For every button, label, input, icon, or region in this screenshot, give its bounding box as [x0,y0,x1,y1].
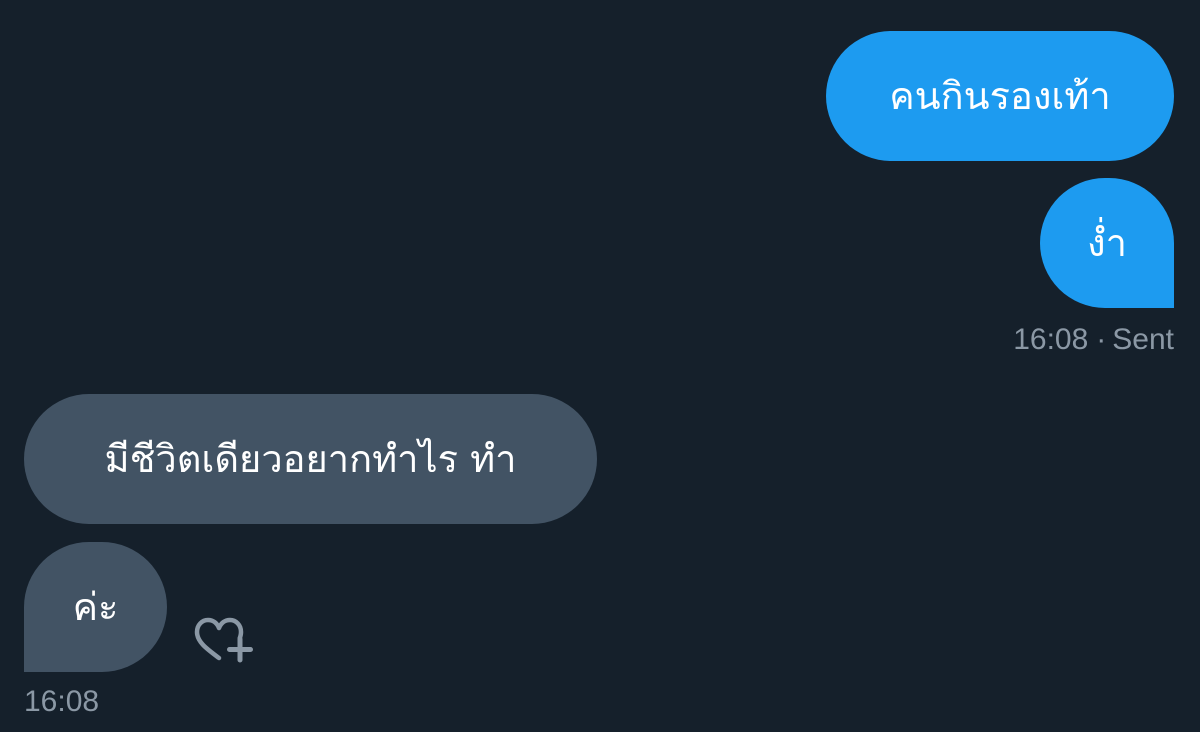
message-timestamp: 16:08 [1013,323,1089,356]
received-message-bubble[interactable]: มีชีวิตเดียวอยากทำไร ทำ [24,394,597,524]
message-timestamp: 16:08 [24,685,100,718]
message-status: Sent [1112,323,1174,356]
message-text: มีชีวิตเดียวอยากทำไร ทำ [104,437,517,481]
message-text: คนกินรองเท้า [889,74,1111,118]
message-text: ค่ะ [72,585,119,629]
sent-message-bubble[interactable]: คนกินรองเท้า [826,31,1174,161]
received-message-meta: 16:08 [24,687,99,717]
sent-message-bubble[interactable]: ง่ำ [1040,178,1174,308]
received-message-bubble[interactable]: ค่ะ [24,542,167,672]
message-text: ง่ำ [1087,221,1127,265]
heart-plus-icon [194,617,253,663]
meta-separator: · [1096,323,1107,356]
add-reaction-button[interactable] [190,612,256,668]
sent-message-meta: 16:08 · Sent [1013,325,1174,355]
